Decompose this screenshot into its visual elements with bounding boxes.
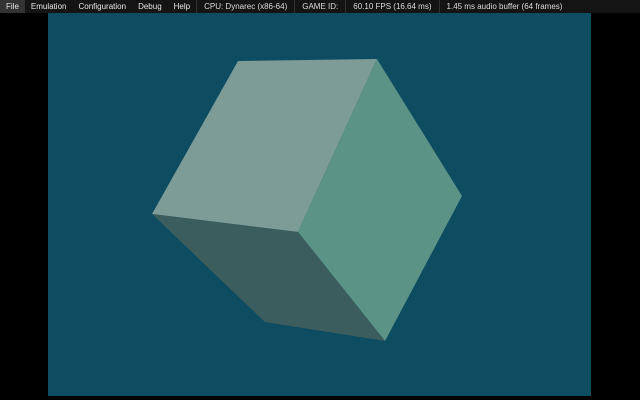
status-game-id: GAME ID: [294, 0, 345, 13]
status-cpu-mode: CPU: Dynarec (x86-64) [196, 0, 294, 13]
menu-help[interactable]: Help [168, 0, 196, 13]
menu-debug[interactable]: Debug [132, 0, 168, 13]
menu-file[interactable]: File [0, 0, 25, 13]
emulator-stage [0, 13, 640, 400]
menu-emulation[interactable]: Emulation [25, 0, 73, 13]
cube-render [152, 59, 462, 341]
status-audio-buffer: 1.45 ms audio buffer (64 frames) [438, 0, 570, 13]
emulator-window: File Emulation Configuration Debug Help … [0, 0, 640, 400]
status-fps: 60.10 FPS (16.64 ms) [345, 0, 438, 13]
game-viewport[interactable] [48, 13, 591, 396]
menu-configuration[interactable]: Configuration [72, 0, 132, 13]
menu-bar: File Emulation Configuration Debug Help … [0, 0, 640, 13]
